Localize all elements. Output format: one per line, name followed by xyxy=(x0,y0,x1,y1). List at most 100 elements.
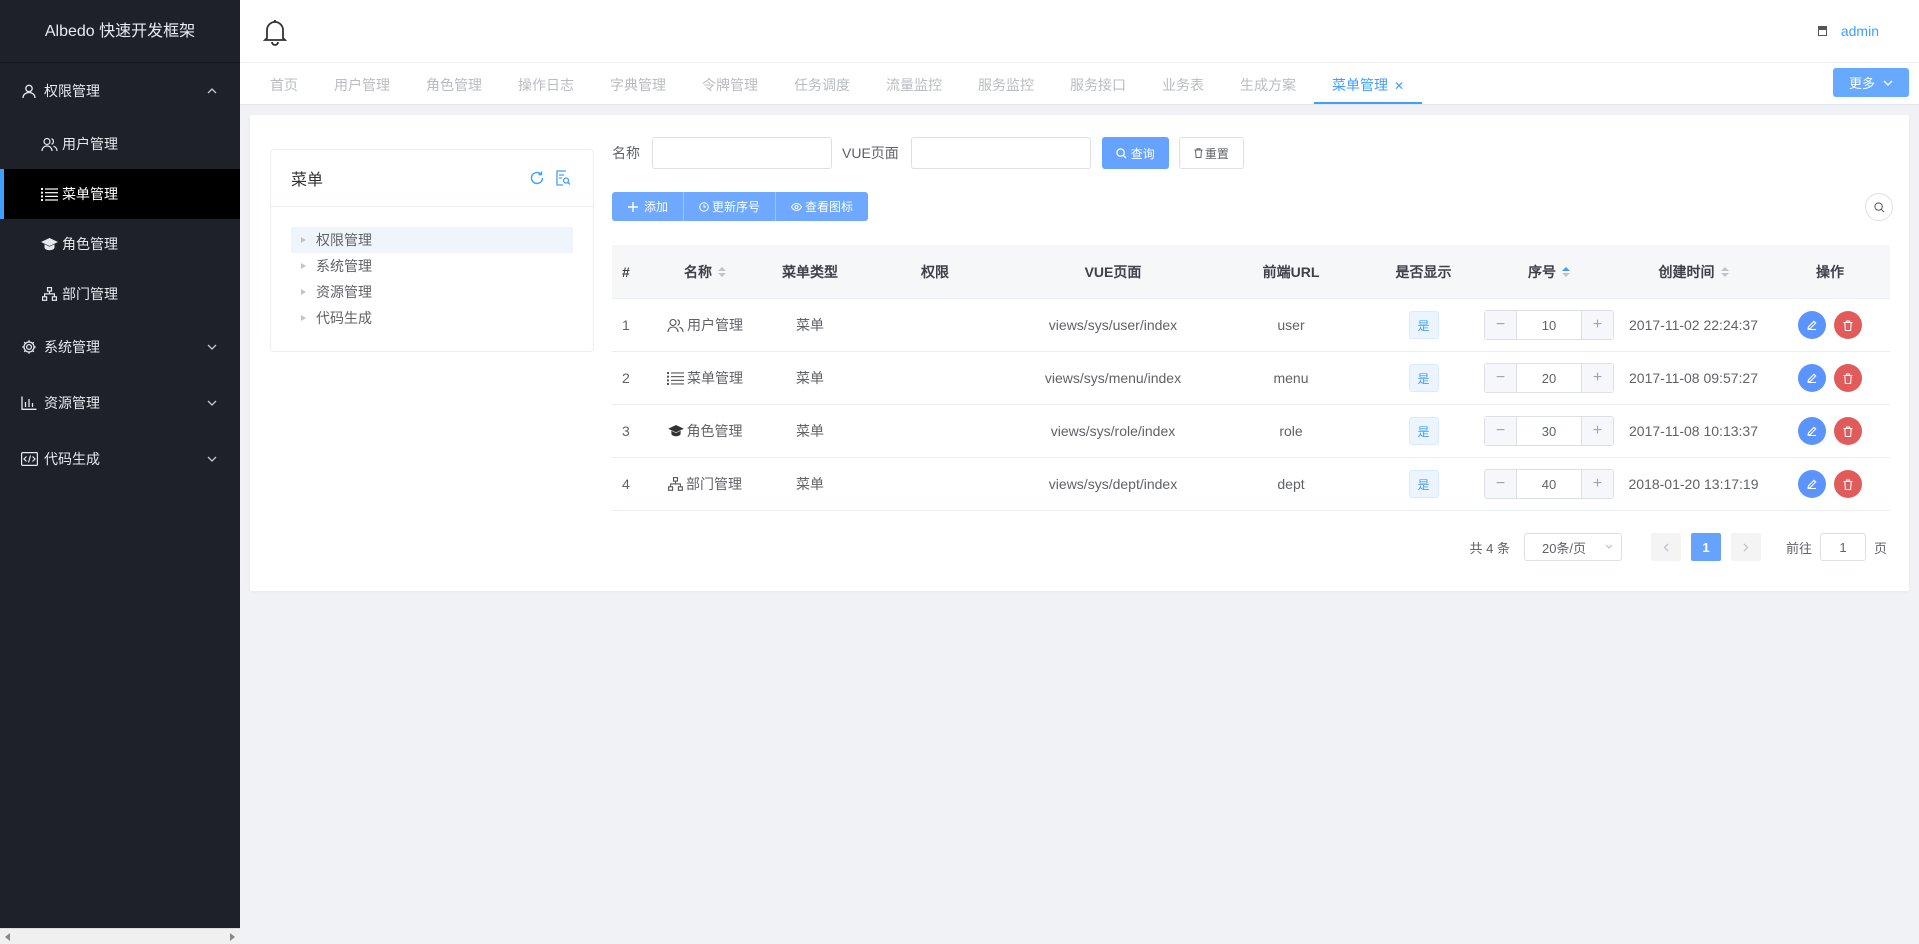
sidebar-horizontal-scrollbar[interactable] xyxy=(0,928,240,944)
stepper-value[interactable]: 10 xyxy=(1517,311,1581,339)
sidebar-item-depts[interactable]: 部门管理 xyxy=(0,269,240,319)
more-tabs-button[interactable]: 更多 xyxy=(1833,68,1909,97)
vue-page-input[interactable] xyxy=(910,137,1091,169)
tab-traffic-monitor[interactable]: 流量监控 xyxy=(868,63,960,104)
tree-body: 权限管理 系统管理 资源管理 代码生成 xyxy=(271,207,593,331)
tree-node[interactable]: 权限管理 xyxy=(291,227,573,253)
delete-button[interactable] xyxy=(1834,470,1862,498)
delete-button[interactable] xyxy=(1834,364,1862,392)
expand-triangle-icon[interactable] xyxy=(301,289,306,295)
sort-caret-icon[interactable] xyxy=(1562,266,1570,277)
sidebar-group-codegen: 代码生成 xyxy=(0,431,240,487)
stepper-value[interactable]: 20 xyxy=(1517,364,1581,392)
increment-button[interactable]: + xyxy=(1581,470,1613,498)
tab-menus[interactable]: 菜单管理 ✕ xyxy=(1314,63,1423,104)
tree-node-label: 代码生成 xyxy=(316,310,372,326)
increment-button[interactable]: + xyxy=(1581,364,1613,392)
tab-gen-scheme[interactable]: 生成方案 xyxy=(1222,63,1314,104)
tab-list: 首页 用户管理 角色管理 操作日志 字典管理 令牌管理 任务调度 流量监控 服务… xyxy=(252,63,1423,104)
stepper-value[interactable]: 40 xyxy=(1517,470,1581,498)
sidebar-group-title-permission[interactable]: 权限管理 xyxy=(0,63,240,119)
bell-icon[interactable] xyxy=(262,18,288,46)
sidebar-group-title-codegen[interactable]: 代码生成 xyxy=(0,431,240,487)
add-button[interactable]: 添加 xyxy=(612,192,685,221)
goto-page-input[interactable]: 1 xyxy=(1819,533,1866,561)
column-header-label: 创建时间 xyxy=(1658,263,1715,280)
tree-node[interactable]: 资源管理 xyxy=(291,279,573,305)
view-icons-button[interactable]: 查看图标 xyxy=(776,192,869,221)
toggle-search-button[interactable] xyxy=(1865,193,1893,221)
tab-roles[interactable]: 角色管理 xyxy=(408,63,500,104)
sort-caret-icon[interactable] xyxy=(718,266,726,277)
edit-icon xyxy=(1807,320,1817,330)
edit-button[interactable] xyxy=(1798,364,1826,392)
chevron-left-icon xyxy=(1663,543,1669,551)
name-input[interactable] xyxy=(652,137,832,169)
tab-jobs[interactable]: 任务调度 xyxy=(776,63,868,104)
edit-button[interactable] xyxy=(1798,311,1826,339)
page-size-value: 20条/页 xyxy=(1541,540,1587,556)
sidebar-group-title-resource[interactable]: 资源管理 xyxy=(0,375,240,431)
page-number[interactable]: 1 xyxy=(1690,533,1721,561)
query-button[interactable]: 查询 xyxy=(1101,137,1169,169)
sidebar-item-roles[interactable]: 角色管理 xyxy=(0,219,240,269)
update-sort-label: 更新序号 xyxy=(712,200,761,214)
graduation-cap-icon xyxy=(667,425,684,437)
edit-button[interactable] xyxy=(1798,470,1826,498)
reset-button[interactable]: 重置 xyxy=(1178,137,1244,169)
prev-page-button[interactable] xyxy=(1650,533,1681,561)
sidebar-group-title-system[interactable]: 系统管理 xyxy=(0,319,240,375)
scroll-left-icon[interactable] xyxy=(5,933,10,941)
decrement-button[interactable]: − xyxy=(1485,364,1517,392)
column-header-sort[interactable]: 序号 xyxy=(1481,262,1617,282)
tab-home[interactable]: 首页 xyxy=(252,63,316,104)
column-header: # xyxy=(622,263,630,280)
increment-button[interactable]: + xyxy=(1581,417,1613,445)
tab-tokens[interactable]: 令牌管理 xyxy=(684,63,776,104)
tab-dictionary[interactable]: 字典管理 xyxy=(592,63,684,104)
decrement-button[interactable]: − xyxy=(1485,470,1517,498)
decrement-button[interactable]: − xyxy=(1485,311,1517,339)
tab-service-api[interactable]: 服务接口 xyxy=(1052,63,1144,104)
user-menu[interactable]: admin xyxy=(1817,23,1879,39)
search-document-icon[interactable] xyxy=(555,170,571,186)
sitemap-icon xyxy=(40,285,58,303)
column-header-created[interactable]: 创建时间 xyxy=(1617,262,1770,282)
tree-node[interactable]: 系统管理 xyxy=(291,253,573,279)
decrement-button[interactable]: − xyxy=(1485,417,1517,445)
tab-service-monitor[interactable]: 服务监控 xyxy=(960,63,1052,104)
status-badge: 是 xyxy=(1408,311,1439,339)
refresh-icon[interactable] xyxy=(529,170,545,186)
tab-users[interactable]: 用户管理 xyxy=(316,63,408,104)
trash-icon xyxy=(1194,148,1203,158)
delete-button[interactable] xyxy=(1834,417,1862,445)
expand-triangle-icon[interactable] xyxy=(301,263,306,269)
view-icons-label: 查看图标 xyxy=(805,200,854,214)
delete-button[interactable] xyxy=(1834,311,1862,339)
update-sort-button[interactable]: 更新序号 xyxy=(684,192,777,221)
column-header-name[interactable]: 名称 xyxy=(650,262,760,282)
tab-label: 菜单管理 xyxy=(1332,77,1388,93)
sidebar-item-users[interactable]: 用户管理 xyxy=(0,119,240,169)
page-size-select[interactable]: 20条/页 xyxy=(1523,533,1622,561)
scroll-right-icon[interactable] xyxy=(230,933,235,941)
tab-operation-log[interactable]: 操作日志 xyxy=(500,63,592,104)
table-row: 4 部门管理 菜单 views/sys/dept/index dept 是 −4… xyxy=(612,458,1890,511)
tab-business-table[interactable]: 业务表 xyxy=(1144,63,1222,104)
trash-icon xyxy=(1843,372,1853,384)
increment-button[interactable]: + xyxy=(1581,311,1613,339)
expand-triangle-icon[interactable] xyxy=(301,315,306,321)
tree-node[interactable]: 代码生成 xyxy=(291,305,573,331)
quantity-stepper: −40 + xyxy=(1484,469,1614,499)
stepper-value[interactable]: 30 xyxy=(1517,417,1581,445)
sort-caret-icon[interactable] xyxy=(1720,266,1729,277)
top-header: admin xyxy=(240,0,1919,63)
next-page-button[interactable] xyxy=(1730,533,1761,561)
chevron-down-icon xyxy=(1605,544,1613,549)
row-sort-cell: −20 + xyxy=(1481,363,1617,393)
sidebar-item-menus[interactable]: 菜单管理 xyxy=(0,169,240,219)
expand-triangle-icon[interactable] xyxy=(301,237,306,243)
row-type: 菜单 xyxy=(796,317,824,333)
close-icon[interactable]: ✕ xyxy=(1394,79,1404,93)
edit-button[interactable] xyxy=(1798,417,1826,445)
